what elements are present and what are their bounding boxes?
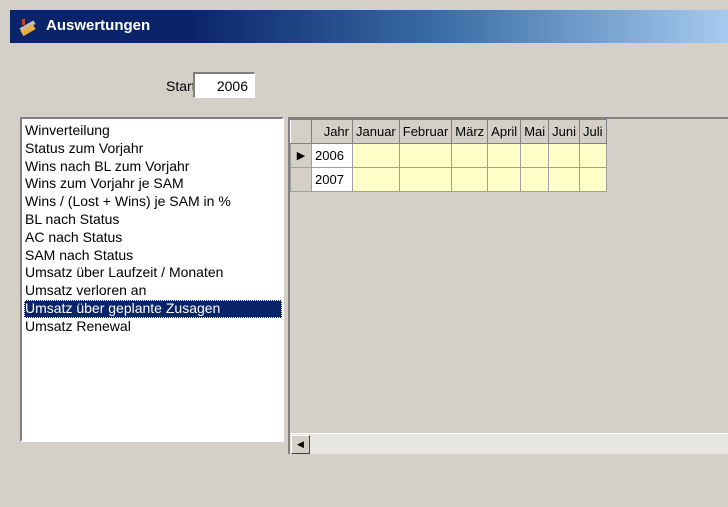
column-header[interactable]: April (487, 119, 522, 144)
horizontal-scrollbar[interactable]: ◀ (290, 433, 728, 454)
row-indicator[interactable] (290, 167, 312, 192)
column-header[interactable]: Juni (548, 119, 580, 144)
month-cell[interactable] (520, 167, 550, 192)
month-cell[interactable] (352, 167, 400, 192)
column-header[interactable]: Juli (579, 119, 607, 144)
month-cell[interactable] (398, 143, 453, 168)
month-cell[interactable] (352, 143, 400, 168)
report-list-item[interactable]: Umsatz über Laufzeit / Monaten (24, 264, 282, 282)
grid-row[interactable]: ▶ 2006 (290, 143, 607, 168)
report-list-item[interactable]: Umsatz über geplante Zusagen (24, 299, 282, 318)
row-indicator-header (290, 119, 312, 144)
month-cell[interactable] (451, 167, 489, 192)
scroll-left-arrow-icon[interactable]: ◀ (291, 435, 310, 454)
year-cell[interactable]: 2006 (311, 143, 353, 168)
column-header[interactable]: Februar (398, 119, 453, 144)
report-list-item[interactable]: Wins zum Vorjahr je SAM (24, 175, 282, 193)
month-cell[interactable] (487, 167, 522, 192)
month-cell[interactable] (579, 143, 607, 168)
start-year-input[interactable] (193, 72, 255, 98)
row-pointer-icon[interactable]: ▶ (290, 143, 312, 168)
report-list-item[interactable]: Umsatz verloren an (24, 282, 282, 300)
month-cell[interactable] (548, 143, 580, 168)
month-cell[interactable] (398, 167, 453, 192)
data-grid[interactable]: Jahr Januar Februar März April Mai Juni Juli ▶ 2… (288, 117, 728, 454)
grid-row[interactable]: 2007 (290, 167, 607, 192)
report-list-item[interactable]: AC nach Status (24, 229, 282, 247)
report-list-item[interactable]: Wins nach BL zum Vorjahr (24, 158, 282, 176)
column-header[interactable]: März (451, 119, 489, 144)
report-list-item[interactable]: Status zum Vorjahr (24, 140, 282, 158)
report-list[interactable]: Winverteilung Status zum Vorjahr Wins nach… (20, 117, 284, 442)
month-cell[interactable] (520, 143, 550, 168)
title-bar[interactable]: Auswertungen (10, 10, 728, 43)
report-list-item[interactable]: Umsatz Renewal (24, 318, 282, 336)
start-year-row: Startjahr (10, 72, 410, 100)
report-list-item[interactable]: BL nach Status (24, 211, 282, 229)
column-header[interactable]: Mai (520, 119, 550, 144)
month-cell[interactable] (579, 167, 607, 192)
report-window: Auswertungen Startjahr WinverteilungStat… (10, 10, 728, 507)
report-list-item[interactable]: Wins / (Lost + Wins) je SAM in % (24, 193, 282, 211)
month-cell[interactable] (548, 167, 580, 192)
app-broom-icon (19, 18, 37, 37)
month-cell[interactable] (451, 143, 489, 168)
month-cell[interactable] (487, 143, 522, 168)
column-header[interactable]: Jahr (311, 119, 353, 144)
report-list-item[interactable]: Winverteilung (24, 122, 282, 140)
window-title: Auswertungen (46, 17, 151, 34)
report-list-item[interactable]: SAM nach Status (24, 247, 282, 265)
column-header[interactable]: Januar (352, 119, 400, 144)
year-cell[interactable]: 2007 (311, 167, 353, 192)
